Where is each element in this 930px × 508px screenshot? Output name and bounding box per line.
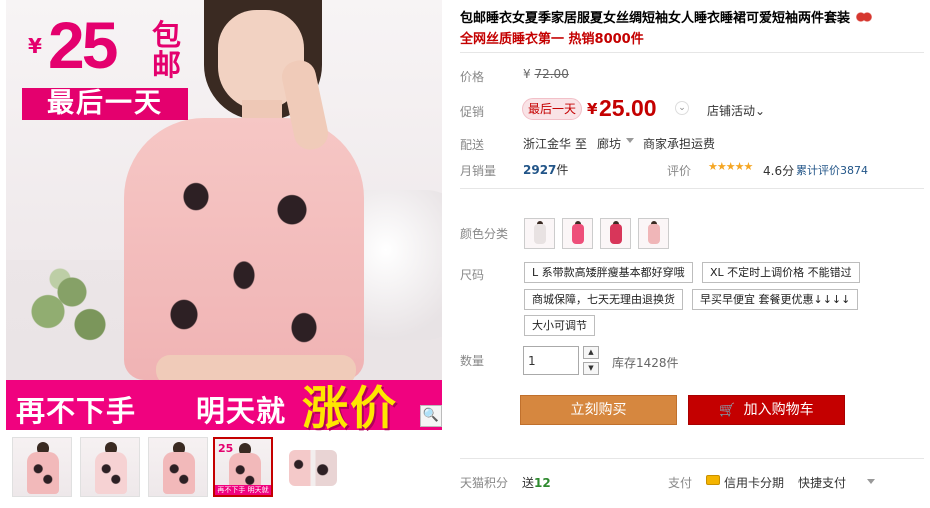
thumbnail-3[interactable] <box>148 437 208 497</box>
thumb-promo-price: 25 <box>218 442 234 455</box>
swatch-gown <box>648 224 660 244</box>
rating-score: 4.6分 <box>763 164 795 178</box>
swatch-gown <box>534 224 546 244</box>
hero-banner: 再不下手 明天就 涨价 <box>6 380 442 435</box>
thumb-gown <box>27 452 59 494</box>
size-option-xl[interactable]: XL 不定时上调价格 不能错过 <box>702 262 860 283</box>
credit-card-icon <box>706 475 720 485</box>
thumb-gown <box>95 452 127 494</box>
banner-text-3: 涨价 <box>302 381 398 435</box>
current-price: 25.00 <box>599 95 657 121</box>
points-value: 12 <box>534 476 551 490</box>
color-swatch-red-print[interactable] <box>600 218 631 249</box>
buy-now-button[interactable]: 立刻购买 <box>520 395 677 425</box>
quantity-input[interactable] <box>523 346 579 375</box>
store-promo-label: 店铺活动 <box>707 104 756 118</box>
zoom-magnifier-icon[interactable]: 🔍 <box>420 405 442 427</box>
thumbnail-1[interactable] <box>12 437 72 497</box>
promo-price-overlay: ¥ 25 包邮 最后一天 <box>6 0 188 124</box>
thumb-gown <box>163 452 195 494</box>
monthly-sales-label: 月销量 <box>460 164 497 178</box>
payment-option-installment[interactable]: 信用卡分期 <box>724 474 784 491</box>
promo-free-shipping: 包邮 <box>152 18 182 82</box>
quantity-decrease-icon[interactable]: ▼ <box>583 362 599 375</box>
shipping-destination[interactable]: 廊坊 <box>597 135 621 152</box>
monthly-sales: 2927件 <box>523 161 568 178</box>
monthly-sales-unit: 件 <box>556 163 569 177</box>
thumb-banner: 再不下手 明天就 涨价 <box>215 485 271 495</box>
thumbnail-5[interactable] <box>282 437 342 497</box>
product-title-text: 包邮睡衣女夏季家居服夏女丝绸短袖女人睡衣睡裙可爱短袖两件套装 <box>460 11 851 26</box>
swatch-gown <box>572 224 584 244</box>
destination-dropdown-icon[interactable] <box>626 138 634 143</box>
points-prefix: 送 <box>522 476 535 490</box>
payment-option-quick-pay[interactable]: 快捷支付 <box>798 474 846 491</box>
shipping-label: 配送 <box>460 138 485 152</box>
rating-stars: ★★★★★ <box>708 160 753 173</box>
product-subtitle: 全网丝质睡衣第一 热销8000件 <box>460 32 644 47</box>
size-option-guarantee[interactable]: 商城保障，七天无理由退换货 <box>524 289 683 310</box>
add-to-cart-label: 加入购物车 <box>743 402 814 418</box>
promo-price: 25 <box>48 8 118 82</box>
thumbnail-4-selected[interactable]: 25 再不下手 明天就 涨价 <box>213 437 273 497</box>
thumbnail-2[interactable] <box>80 437 140 497</box>
store-promo-dropdown[interactable]: 店铺活动⌄ <box>707 102 765 119</box>
divider <box>460 188 924 189</box>
divider <box>460 52 924 53</box>
original-price: ¥ 72.00 <box>523 67 569 81</box>
tmall-points-label: 天猫积分 <box>460 476 509 490</box>
shipping-from: 浙江金华 <box>523 137 572 151</box>
original-price-value: 72.00 <box>534 67 569 81</box>
heart-badge-icon <box>856 11 873 23</box>
chevron-down-icon: ⌄ <box>755 104 766 118</box>
payment-dropdown-icon[interactable] <box>867 479 875 484</box>
color-label: 颜色分类 <box>460 227 509 241</box>
size-label: 尺码 <box>460 268 485 282</box>
divider <box>460 458 924 459</box>
product-title: 包邮睡衣女夏季家居服夏女丝绸短袖女人睡衣睡裙可爱短袖两件套装 <box>460 7 930 26</box>
chevron-down-icon[interactable]: ⌄ <box>675 101 689 115</box>
monthly-sales-count: 2927 <box>523 163 557 177</box>
promo-yen: ¥ <box>28 34 42 58</box>
quantity-increase-icon[interactable]: ▲ <box>583 346 599 359</box>
tmall-points: 送12 <box>522 474 551 491</box>
size-option-bundle[interactable]: 早买早便宜 套餐更优惠↓↓↓↓ <box>692 289 859 310</box>
plant-decoration <box>6 240 126 370</box>
add-to-cart-button[interactable]: 🛒 加入购物车 <box>688 395 845 425</box>
color-swatch-white-print[interactable] <box>524 218 555 249</box>
rating-label: 评价 <box>667 164 692 178</box>
shipping-fee-note: 商家承担运费 <box>643 137 716 151</box>
thumb-folded-set <box>289 450 337 486</box>
payment-label: 支付 <box>668 476 693 490</box>
size-option-l[interactable]: L 系带款高矮胖瘦基本都好穿哦 <box>524 262 693 283</box>
original-price-currency: ¥ <box>523 67 531 81</box>
stock-count: 库存1428件 <box>612 356 679 370</box>
last-day-badge: 最后一天 <box>522 98 582 120</box>
shipping-to-word: 至 <box>575 137 588 151</box>
product-page: ¥ 25 包邮 最后一天 再不下手 明天就 涨价 🔍 25 再不下手 明天就 涨… <box>0 0 930 508</box>
butterfly-print-nightgown <box>124 118 364 380</box>
price-currency: ¥ <box>587 100 598 118</box>
banner-text-2: 明天就 <box>196 394 287 428</box>
color-swatch-pink-print[interactable] <box>562 218 593 249</box>
cart-icon: 🛒 <box>719 403 736 418</box>
review-count-link[interactable]: 累计评价3874 <box>796 162 868 178</box>
color-swatch-pink-butterfly[interactable] <box>638 218 669 249</box>
promo-label: 促销 <box>460 105 485 119</box>
quantity-label: 数量 <box>460 354 485 368</box>
swatch-gown <box>610 224 622 244</box>
promo-last-day: 最后一天 <box>22 88 188 120</box>
size-option-adjustable[interactable]: 大小可调节 <box>524 315 595 336</box>
price-label: 价格 <box>460 70 485 84</box>
banner-text-1: 再不下手 <box>16 394 137 428</box>
